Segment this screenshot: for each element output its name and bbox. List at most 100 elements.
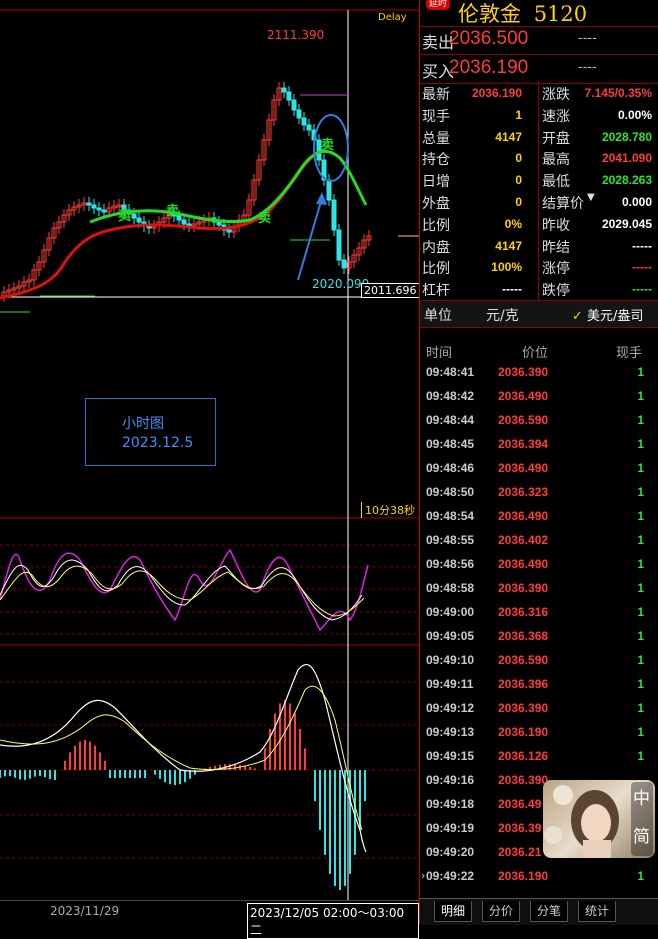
macd-dea-line	[0, 685, 363, 831]
tab-statistics[interactable]: 统计	[578, 901, 617, 922]
tick-row[interactable]: 09:48:54 2036.490 1	[420, 504, 658, 528]
tab-detail[interactable]: 明细	[434, 901, 473, 922]
col-header-qty: 现手	[616, 346, 643, 361]
overlay-char-1: 中	[633, 789, 650, 809]
delay-badge: 延时	[426, 0, 451, 10]
stats-grid: 最新 2036.190 现手 1 总量 4147 持仓 0 日增 0 外盘 0 比例 0% 内盘 4147 比例…	[420, 82, 658, 300]
tick-price: 2036.590	[498, 653, 549, 667]
candle-body	[96, 207, 102, 211]
tick-qty: 1	[637, 749, 644, 763]
stat-value: 0.00%	[617, 107, 652, 122]
tick-qty: 1	[637, 437, 644, 451]
tick-row[interactable]: 09:49:00 2036.316 1	[420, 600, 658, 624]
stat-label: 比例	[422, 217, 450, 234]
date-left-label: 2023/11/29	[50, 904, 120, 918]
stat-label: 最高	[542, 152, 570, 169]
tick-row[interactable]: 09:48:56 2036.490 1	[420, 552, 658, 576]
tick-row[interactable]: 09:49:10 2036.590 1	[420, 648, 658, 672]
stat-label: 结算价	[542, 196, 584, 212]
stat-value: 4147	[495, 129, 522, 144]
high-price-label: 2111.390	[267, 28, 325, 42]
stat-label: 开盘	[542, 130, 570, 147]
signal-marker-2: 卖	[166, 204, 180, 219]
tick-row[interactable]: 09:49:11 2036.396 1	[420, 672, 658, 696]
tick-time: 09:49:15	[426, 749, 475, 763]
tick-price: 2036.490	[498, 509, 549, 523]
tick-row[interactable]: 09:48:55 2036.402 1	[420, 528, 658, 552]
stat-label: 昨收	[542, 217, 570, 234]
tick-qty: 1	[637, 557, 644, 571]
candlestick-series	[1, 82, 372, 302]
tick-qty: 1	[637, 629, 644, 643]
stat-value: 2036.190	[471, 86, 522, 100]
tick-time: 09:48:44	[426, 413, 475, 427]
bid-volume: ----	[578, 60, 597, 75]
tick-qty: 1	[637, 581, 644, 595]
tick-row[interactable]: 09:48:46 2036.490 1	[420, 456, 658, 480]
signal-marker-4: 卖	[321, 138, 335, 153]
stat-label: 日增	[422, 174, 450, 191]
tick-price: 2036.390	[498, 365, 549, 379]
tick-row[interactable]: 09:49:05 2036.368 1	[420, 624, 658, 648]
tick-row[interactable]: 09:48:42 2036.490 1	[420, 384, 658, 408]
tab-trades[interactable]: 分笔	[530, 901, 569, 922]
chart-area[interactable]: Delay 2111.390 2020.090 2011.696 卖 卖 卖 卖…	[0, 0, 420, 900]
tick-row[interactable]: 09:48:44 2036.590 1	[420, 408, 658, 432]
currency-toggle[interactable]: ✓ 美元/盎司	[572, 305, 643, 324]
tab-price-distribution[interactable]: 分价	[482, 901, 521, 922]
stat-label: 跌停	[542, 283, 570, 300]
countdown-label: 10分38秒	[361, 502, 415, 518]
tick-row[interactable]: 09:48:50 2036.323 1	[420, 480, 658, 504]
candle-body	[181, 219, 187, 225]
tick-time: 09:49:13	[426, 725, 475, 739]
stat-value: 2028.780	[601, 129, 652, 144]
candle-body	[226, 229, 232, 233]
tick-time: 09:49:19	[426, 821, 475, 835]
tick-row[interactable]: 09:49:22 2036.190 1	[420, 864, 658, 888]
tick-time: 09:48:55	[426, 533, 475, 547]
tick-qty: 1	[637, 869, 644, 883]
floating-avatar-widget[interactable]: 中 简	[543, 780, 655, 858]
bid-price: 2036.190	[449, 57, 529, 78]
currency-option: 美元/盎司	[587, 309, 644, 324]
stat-value: 2041.090	[601, 151, 652, 166]
tick-price: 2036.323	[498, 485, 549, 499]
tick-row[interactable]: 09:48:41 2036.390 1	[420, 360, 658, 384]
candle-body	[291, 99, 297, 111]
signal-marker-3: 卖	[258, 211, 272, 226]
tick-row[interactable]: 09:49:13 2036.190 1	[420, 720, 658, 744]
stat-label: 昨结	[542, 239, 570, 256]
tick-row[interactable]: 09:48:45 2036.394 1	[420, 432, 658, 456]
tick-qty: 1	[637, 605, 644, 619]
tick-price: 2036.126	[498, 749, 549, 763]
bid-row[interactable]: 买入 2036.190 ----	[420, 55, 658, 84]
ask-row[interactable]: 卖出 2036.500 ----	[420, 26, 658, 55]
stat-value: -----	[632, 260, 652, 275]
tick-row[interactable]: 09:49:15 2036.126 1	[420, 744, 658, 768]
tick-price: 2036.394	[498, 437, 549, 451]
tick-row[interactable]: 09:49:12 2036.390 1	[420, 696, 658, 720]
stat-value: 0%	[504, 216, 522, 231]
tick-row[interactable]: 09:48:58 2036.390 1	[420, 576, 658, 600]
tick-qty: 1	[637, 509, 644, 523]
tick-price: 2036.368	[498, 629, 549, 643]
k-line	[0, 548, 369, 632]
tab-bar: 明细 分价 分笔 统计	[420, 898, 658, 925]
tick-price: 2036.490	[498, 389, 549, 403]
tick-price: 2036.390	[498, 581, 549, 595]
stat-label: 持仓	[422, 152, 450, 169]
stat-value: 4147	[495, 238, 522, 253]
ask-price: 2036.500	[449, 28, 529, 49]
stat-label: 涨停	[542, 261, 570, 278]
stat-value: 2028.263	[601, 173, 652, 188]
dropdown-arrow-icon[interactable]: ▼	[587, 192, 595, 203]
tick-price: 2036.39	[498, 821, 542, 835]
tick-qty: 1	[637, 389, 644, 403]
candle-body	[296, 109, 302, 119]
tick-price: 2036.490	[498, 461, 549, 475]
delay-label: Delay	[378, 12, 407, 23]
tick-time: 09:49:18	[426, 797, 475, 811]
tick-price: 2036.49	[498, 797, 542, 811]
tick-time: 09:48:45	[426, 437, 475, 451]
stat-value: 0.000	[621, 195, 652, 209]
